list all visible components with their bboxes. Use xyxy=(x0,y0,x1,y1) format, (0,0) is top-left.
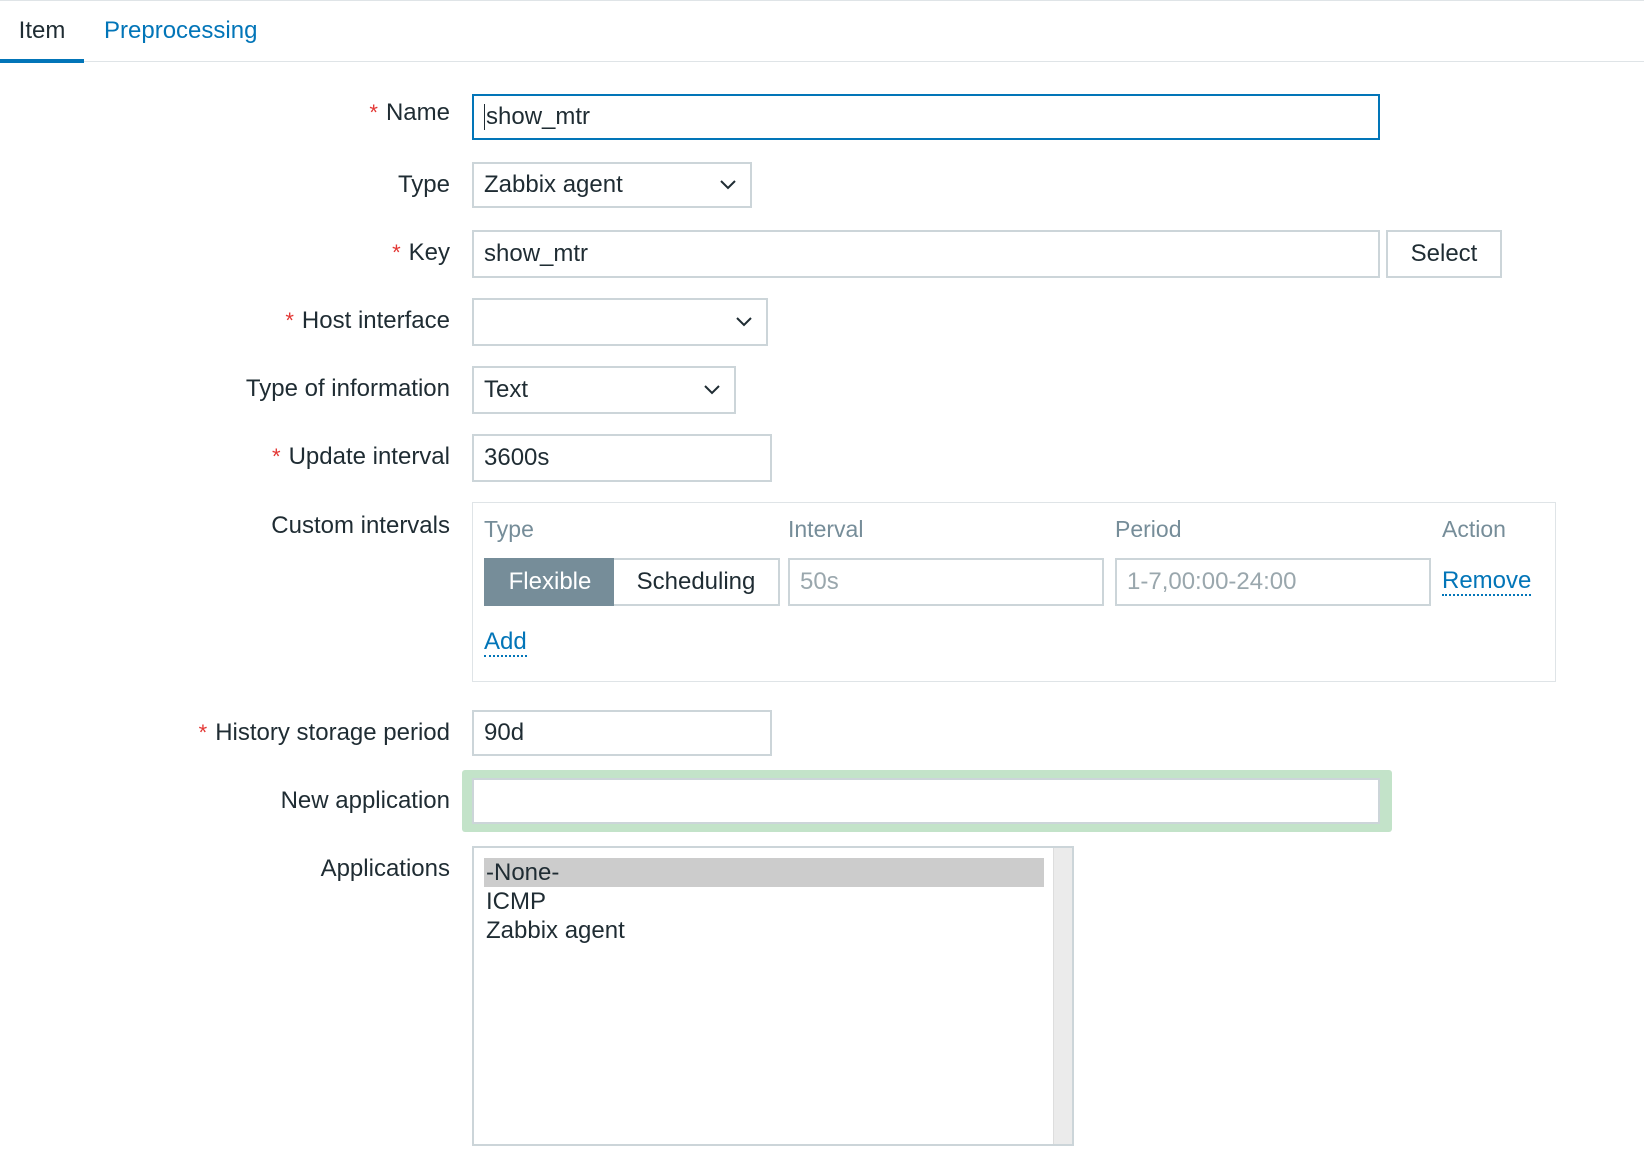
chevron-down-icon xyxy=(736,317,752,327)
new-application-input[interactable] xyxy=(472,778,1380,824)
required-marker: * xyxy=(285,308,294,333)
history-storage-period-input[interactable]: 90d xyxy=(472,710,772,756)
tab-item[interactable]: Item xyxy=(0,1,84,63)
new-application-label: New application xyxy=(280,787,450,814)
ci-period-placeholder: 1-7,00:00-24:00 xyxy=(1127,568,1297,595)
name-label: * Name xyxy=(369,99,450,126)
chevron-down-icon xyxy=(704,385,720,395)
required-marker: * xyxy=(369,100,378,125)
application-option-none[interactable]: -None- xyxy=(484,858,1044,887)
update-interval-value: 3600s xyxy=(484,444,550,471)
type-of-information-label: Type of information xyxy=(245,375,450,402)
tab-bar: Item Preprocessing xyxy=(0,0,1644,63)
tab-preprocessing[interactable]: Preprocessing xyxy=(104,1,257,61)
ci-add-link[interactable]: Add xyxy=(484,629,527,657)
key-label: * Key xyxy=(392,239,450,266)
key-value: show_mtr xyxy=(484,240,589,267)
applications-listbox[interactable]: -None- ICMP Zabbix agent xyxy=(472,846,1074,1146)
type-select-value: Zabbix agent xyxy=(484,171,623,198)
ci-type-flexible[interactable]: Flexible xyxy=(484,558,616,606)
type-of-information-select[interactable]: Text xyxy=(472,366,736,414)
application-option-zabbix-agent[interactable]: Zabbix agent xyxy=(484,916,1044,945)
key-input[interactable]: show_mtr xyxy=(472,230,1380,278)
type-select[interactable]: Zabbix agent xyxy=(472,162,752,208)
history-storage-period-label: * History storage period xyxy=(198,719,450,746)
name-input[interactable]: show_mtr xyxy=(472,94,1380,140)
required-marker: * xyxy=(392,240,401,265)
required-marker: * xyxy=(198,720,208,745)
applications-label: Applications xyxy=(320,855,450,882)
required-marker: * xyxy=(272,444,281,469)
text-caret xyxy=(484,104,485,130)
history-storage-period-value: 90d xyxy=(484,719,525,746)
ci-remove-link[interactable]: Remove xyxy=(1442,568,1532,596)
ci-interval-input[interactable]: 50s xyxy=(788,558,1104,606)
update-interval-input[interactable]: 3600s xyxy=(472,434,772,482)
chevron-down-icon xyxy=(720,180,736,190)
ci-header-period: Period xyxy=(1115,516,1182,542)
key-select-button[interactable]: Select xyxy=(1386,230,1502,278)
application-option-icmp[interactable]: ICMP xyxy=(484,887,1044,916)
host-interface-label: * Host interface xyxy=(285,307,450,334)
ci-header-type: Type xyxy=(484,516,534,542)
custom-intervals-label: Custom intervals xyxy=(271,512,450,539)
ci-header-interval: Interval xyxy=(788,516,864,542)
ci-type-scheduling[interactable]: Scheduling xyxy=(614,558,780,606)
type-label: Type xyxy=(397,171,450,198)
ci-interval-placeholder: 50s xyxy=(800,568,839,595)
host-interface-select[interactable] xyxy=(472,298,768,346)
update-interval-label: * Update interval xyxy=(272,443,450,470)
ci-period-input[interactable]: 1-7,00:00-24:00 xyxy=(1115,558,1431,606)
listbox-scrollbar[interactable] xyxy=(1053,848,1072,1144)
type-of-information-value: Text xyxy=(484,376,529,403)
ci-header-action: Action xyxy=(1442,516,1506,542)
name-value: show_mtr xyxy=(486,103,591,130)
